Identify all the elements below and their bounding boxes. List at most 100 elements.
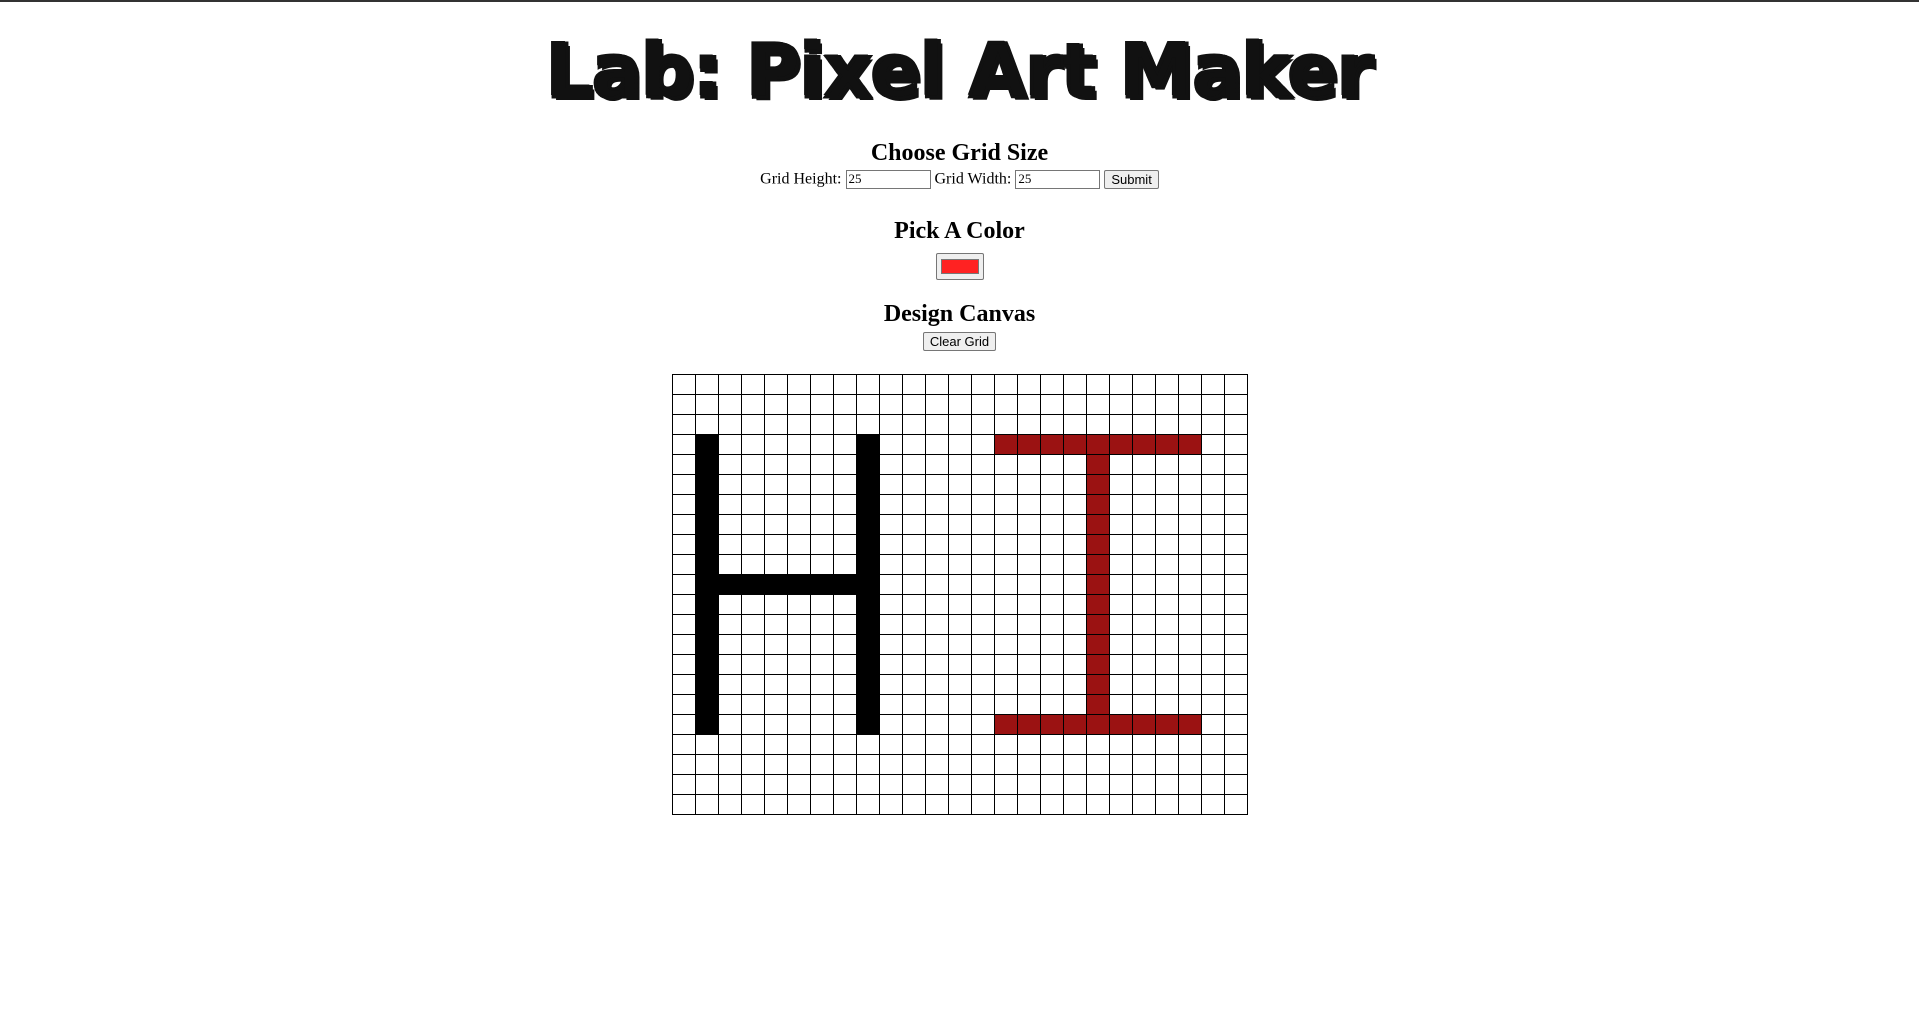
grid-cell[interactable] (833, 534, 857, 555)
grid-cell[interactable] (1040, 674, 1064, 695)
grid-cell[interactable] (902, 394, 926, 415)
grid-cell[interactable] (833, 614, 857, 635)
grid-cell[interactable] (741, 514, 765, 535)
grid-cell[interactable] (1040, 594, 1064, 615)
grid-cell[interactable] (1109, 754, 1133, 775)
grid-cell[interactable] (925, 414, 949, 435)
grid-cell[interactable] (764, 794, 788, 815)
grid-cell[interactable] (1017, 634, 1041, 655)
grid-cell[interactable] (1017, 594, 1041, 615)
grid-cell[interactable] (764, 594, 788, 615)
grid-cell[interactable] (948, 794, 972, 815)
grid-cell[interactable] (1109, 454, 1133, 475)
grid-cell[interactable] (787, 394, 811, 415)
grid-cell[interactable] (1017, 694, 1041, 715)
grid-cell[interactable] (994, 474, 1018, 495)
grid-cell[interactable] (1155, 734, 1179, 755)
grid-cell[interactable] (833, 654, 857, 675)
grid-cell[interactable] (1224, 574, 1248, 595)
grid-cell[interactable] (810, 494, 834, 515)
grid-cell[interactable] (856, 794, 880, 815)
grid-cell[interactable] (787, 694, 811, 715)
grid-cell[interactable] (695, 734, 719, 755)
grid-cell[interactable] (1132, 434, 1156, 455)
grid-cell[interactable] (948, 614, 972, 635)
grid-cell[interactable] (902, 714, 926, 735)
grid-cell[interactable] (695, 534, 719, 555)
grid-cell[interactable] (902, 494, 926, 515)
grid-cell[interactable] (971, 394, 995, 415)
grid-cell[interactable] (833, 634, 857, 655)
grid-cell[interactable] (718, 514, 742, 535)
grid-cell[interactable] (695, 594, 719, 615)
grid-cell[interactable] (1109, 494, 1133, 515)
grid-cell[interactable] (741, 554, 765, 575)
grid-cell[interactable] (1132, 574, 1156, 595)
grid-cell[interactable] (810, 714, 834, 735)
grid-cell[interactable] (1155, 494, 1179, 515)
grid-cell[interactable] (1017, 374, 1041, 395)
grid-cell[interactable] (1086, 794, 1110, 815)
grid-cell[interactable] (1109, 774, 1133, 795)
grid-cell[interactable] (1132, 474, 1156, 495)
grid-cell[interactable] (833, 774, 857, 795)
grid-cell[interactable] (1063, 654, 1087, 675)
grid-cell[interactable] (1178, 514, 1202, 535)
grid-cell[interactable] (902, 754, 926, 775)
grid-cell[interactable] (1040, 794, 1064, 815)
grid-cell[interactable] (1086, 394, 1110, 415)
grid-cell[interactable] (1063, 734, 1087, 755)
grid-cell[interactable] (948, 674, 972, 695)
grid-cell[interactable] (948, 534, 972, 555)
grid-cell[interactable] (994, 414, 1018, 435)
grid-cell[interactable] (1063, 454, 1087, 475)
grid-cell[interactable] (1132, 614, 1156, 635)
grid-cell[interactable] (672, 554, 696, 575)
grid-cell[interactable] (948, 554, 972, 575)
grid-cell[interactable] (1109, 574, 1133, 595)
grid-cell[interactable] (787, 514, 811, 535)
grid-cell[interactable] (810, 794, 834, 815)
grid-cell[interactable] (971, 514, 995, 535)
grid-cell[interactable] (1224, 514, 1248, 535)
grid-cell[interactable] (1086, 534, 1110, 555)
grid-cell[interactable] (1224, 714, 1248, 735)
grid-cell[interactable] (948, 734, 972, 755)
grid-cell[interactable] (856, 434, 880, 455)
grid-cell[interactable] (1201, 534, 1225, 555)
grid-cell[interactable] (1017, 414, 1041, 435)
grid-cell[interactable] (672, 654, 696, 675)
grid-cell[interactable] (1086, 374, 1110, 395)
grid-cell[interactable] (764, 534, 788, 555)
grid-cell[interactable] (810, 674, 834, 695)
grid-cell[interactable] (925, 694, 949, 715)
grid-cell[interactable] (879, 454, 903, 475)
grid-cell[interactable] (1201, 554, 1225, 575)
grid-cell[interactable] (787, 674, 811, 695)
grid-cell[interactable] (672, 534, 696, 555)
grid-cell[interactable] (1040, 534, 1064, 555)
grid-cell[interactable] (856, 494, 880, 515)
grid-cell[interactable] (879, 474, 903, 495)
grid-cell[interactable] (764, 394, 788, 415)
grid-cell[interactable] (856, 594, 880, 615)
grid-cell[interactable] (1086, 674, 1110, 695)
grid-cell[interactable] (948, 454, 972, 475)
grid-cell[interactable] (1178, 794, 1202, 815)
grid-cell[interactable] (1155, 674, 1179, 695)
grid-cell[interactable] (810, 654, 834, 675)
grid-cell[interactable] (833, 794, 857, 815)
grid-cell[interactable] (994, 494, 1018, 515)
grid-cell[interactable] (1155, 514, 1179, 535)
grid-cell[interactable] (1132, 594, 1156, 615)
grid-cell[interactable] (1086, 574, 1110, 595)
grid-cell[interactable] (787, 774, 811, 795)
grid-cell[interactable] (902, 654, 926, 675)
grid-cell[interactable] (1063, 694, 1087, 715)
grid-cell[interactable] (856, 514, 880, 535)
grid-cell[interactable] (718, 694, 742, 715)
grid-cell[interactable] (925, 394, 949, 415)
grid-cell[interactable] (1178, 654, 1202, 675)
grid-cell[interactable] (1086, 754, 1110, 775)
grid-height-input[interactable] (845, 169, 931, 189)
